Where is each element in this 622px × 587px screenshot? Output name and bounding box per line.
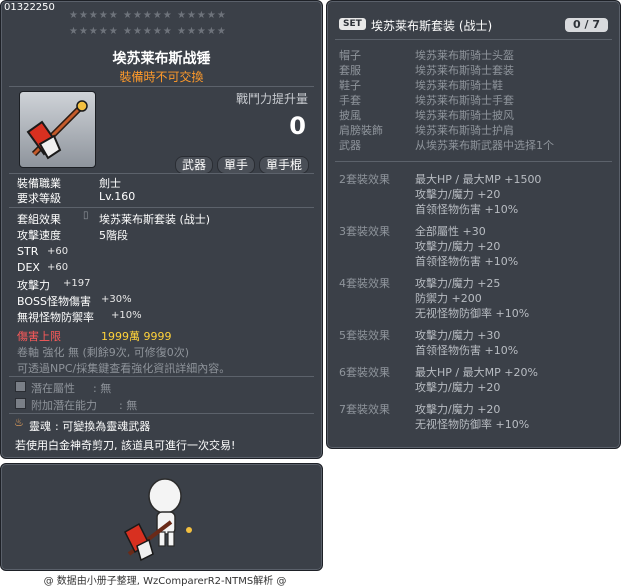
set-piece-slot: 武器 bbox=[339, 139, 361, 152]
set-piece-slot: 手套 bbox=[339, 94, 361, 107]
potential-value: : 無 bbox=[93, 382, 112, 395]
job-value: 劍士 bbox=[99, 177, 121, 190]
set-piece-slot: 套服 bbox=[339, 64, 361, 77]
stat-str-label: STR bbox=[17, 245, 39, 258]
set-effect-line: 首领怪物伤害 +10% bbox=[415, 255, 519, 268]
tag-weapon: 武器 bbox=[175, 156, 214, 174]
stat-str-value: +60 bbox=[47, 246, 69, 257]
stat-boss-label: BOSS怪物傷害 bbox=[17, 295, 91, 308]
set-effect-line: 最大HP / 最大MP +1500 bbox=[415, 173, 542, 186]
set-effect-line: 首领怪物伤害 +10% bbox=[415, 203, 519, 216]
item-code: 01322250 bbox=[4, 2, 55, 13]
stat-attack-value: +197 bbox=[63, 278, 91, 289]
stat-ignore-def-value: +10% bbox=[111, 310, 142, 321]
set-piece-name: 从埃苏莱布斯武器中选择1个 bbox=[415, 139, 554, 152]
star-force-row-1: ★★★★★ ★★★★★ ★★★★★ bbox=[69, 10, 227, 21]
set-effect-line: 防禦力 +200 bbox=[415, 292, 482, 305]
item-name: 埃苏莱布斯战锤 bbox=[112, 51, 211, 67]
set-effect-label: 套組效果 bbox=[17, 213, 61, 226]
star-force-row-2: ★★★★★ ★★★★★ ★★★★★ bbox=[69, 26, 227, 37]
set-effect-line: 攻擊力/魔力 +25 bbox=[415, 277, 501, 290]
potential-label: 潛在屬性 bbox=[31, 382, 75, 395]
set-effect-line: 攻擊力/魔力 +20 bbox=[415, 240, 501, 253]
potential-icon bbox=[15, 381, 26, 392]
combat-power-value: 0 bbox=[289, 112, 306, 140]
set-effect-line: 全部屬性 +30 bbox=[415, 225, 486, 238]
hammer-weapon-icon bbox=[26, 100, 88, 160]
damage-cap-label: 傷害上限 bbox=[17, 330, 61, 343]
set-effect-label: 2套裝效果 bbox=[339, 173, 390, 186]
set-piece-slot: 鞋子 bbox=[339, 79, 361, 92]
item-tooltip-panel: 01322250 ★★★★★ ★★★★★ ★★★★★ ★★★★★ ★★★★★ ★… bbox=[0, 0, 323, 459]
set-effect-line: 首领怪物伤害 +10% bbox=[415, 344, 519, 357]
damage-cap-value: 1999萬 9999 bbox=[101, 330, 172, 343]
set-effect-value: 埃苏莱布斯套装 (战士) bbox=[99, 213, 211, 226]
attack-speed-label: 攻擊速度 bbox=[17, 229, 61, 242]
set-effect-line: 攻擊力/魔力 +30 bbox=[415, 329, 501, 342]
npc-info: 可透過NPC/採集鍵查看強化資訊詳細內容。 bbox=[17, 362, 231, 375]
trade-status: 裝備時不可交換 bbox=[119, 70, 204, 84]
set-piece-name: 埃苏莱布斯骑士头盔 bbox=[415, 49, 514, 62]
set-effect-line: 攻擊力/魔力 +20 bbox=[415, 403, 501, 416]
scissors-info: 若使用白金神奇剪刀, 該道具可進行一次交易! bbox=[15, 439, 236, 452]
set-effect-line: 最大HP / 最大MP +20% bbox=[415, 366, 538, 379]
stat-boss-value: +30% bbox=[101, 294, 132, 305]
level-value: Lv.160 bbox=[99, 190, 136, 203]
tag-one-handed: 單手 bbox=[217, 156, 256, 174]
attack-speed-value: 5階段 bbox=[99, 229, 128, 242]
set-piece-name: 埃苏莱布斯骑士护肩 bbox=[415, 124, 514, 137]
set-piece-slot: 披風 bbox=[339, 109, 361, 122]
character-preview-panel bbox=[0, 463, 323, 571]
set-effect-label: 4套裝效果 bbox=[339, 277, 390, 290]
set-piece-name: 埃苏莱布斯骑士鞋 bbox=[415, 79, 503, 92]
set-effect-label: 5套裝效果 bbox=[339, 329, 390, 342]
set-effect-line: 攻擊力/魔力 +20 bbox=[415, 188, 501, 201]
scroll-info: 卷軸 強化 無 (剩餘9次, 可修復0次) bbox=[17, 346, 190, 359]
stat-attack-label: 攻擊力 bbox=[17, 279, 50, 292]
item-icon-frame bbox=[19, 91, 96, 168]
set-name: 埃苏莱布斯套装 (战士) bbox=[371, 19, 493, 33]
set-piece-slot: 帽子 bbox=[339, 49, 361, 62]
set-badge: SET bbox=[339, 18, 366, 30]
footer-credit: @ 数据由小册子整理, WzComparerR2-NTMS解析 @ bbox=[43, 576, 287, 587]
set-piece-name: 埃苏莱布斯骑士套装 bbox=[415, 64, 514, 77]
set-piece-name: 埃苏莱布斯骑士披风 bbox=[415, 109, 514, 122]
tag-one-handed-blunt: 單手棍 bbox=[259, 156, 310, 174]
set-effect-label: 6套裝效果 bbox=[339, 366, 390, 379]
set-effect-label: 3套裝效果 bbox=[339, 225, 390, 238]
character-preview bbox=[124, 478, 192, 562]
set-effect-line: 攻擊力/魔力 +20 bbox=[415, 381, 501, 394]
set-piece-name: 埃苏莱布斯骑士手套 bbox=[415, 94, 514, 107]
combat-power-label: 戰鬥力提升量 bbox=[235, 92, 308, 106]
stat-dex-label: DEX bbox=[17, 261, 40, 274]
soul-value: : 可變換為靈魂武器 bbox=[55, 420, 151, 433]
additional-potential-icon bbox=[15, 398, 26, 409]
set-effect-line: 无视怪物防御率 +10% bbox=[415, 307, 530, 320]
stat-dex-value: +60 bbox=[47, 262, 69, 273]
additional-potential-value: : 無 bbox=[119, 399, 138, 412]
set-effect-label: 7套裝效果 bbox=[339, 403, 390, 416]
stat-ignore-def-label: 無視怪物防禦率 bbox=[17, 311, 94, 324]
soul-flame-icon: ♨ bbox=[14, 416, 24, 429]
additional-potential-label: 附加潛在能力 bbox=[31, 399, 97, 412]
soul-label: 靈魂 bbox=[29, 420, 51, 433]
lock-icon: ▯ bbox=[83, 210, 89, 221]
set-piece-slot: 肩膀裝飾 bbox=[339, 124, 383, 137]
job-label: 裝備職業 bbox=[17, 177, 61, 190]
set-count: 0 / 7 bbox=[565, 18, 608, 32]
set-effect-line: 无视怪物防御率 +10% bbox=[415, 418, 530, 431]
level-label: 要求等級 bbox=[17, 192, 61, 205]
set-tooltip-panel: SET 埃苏莱布斯套装 (战士) 0 / 7 帽子 埃苏莱布斯骑士头盔 套服 埃苏莱布… bbox=[326, 0, 621, 449]
